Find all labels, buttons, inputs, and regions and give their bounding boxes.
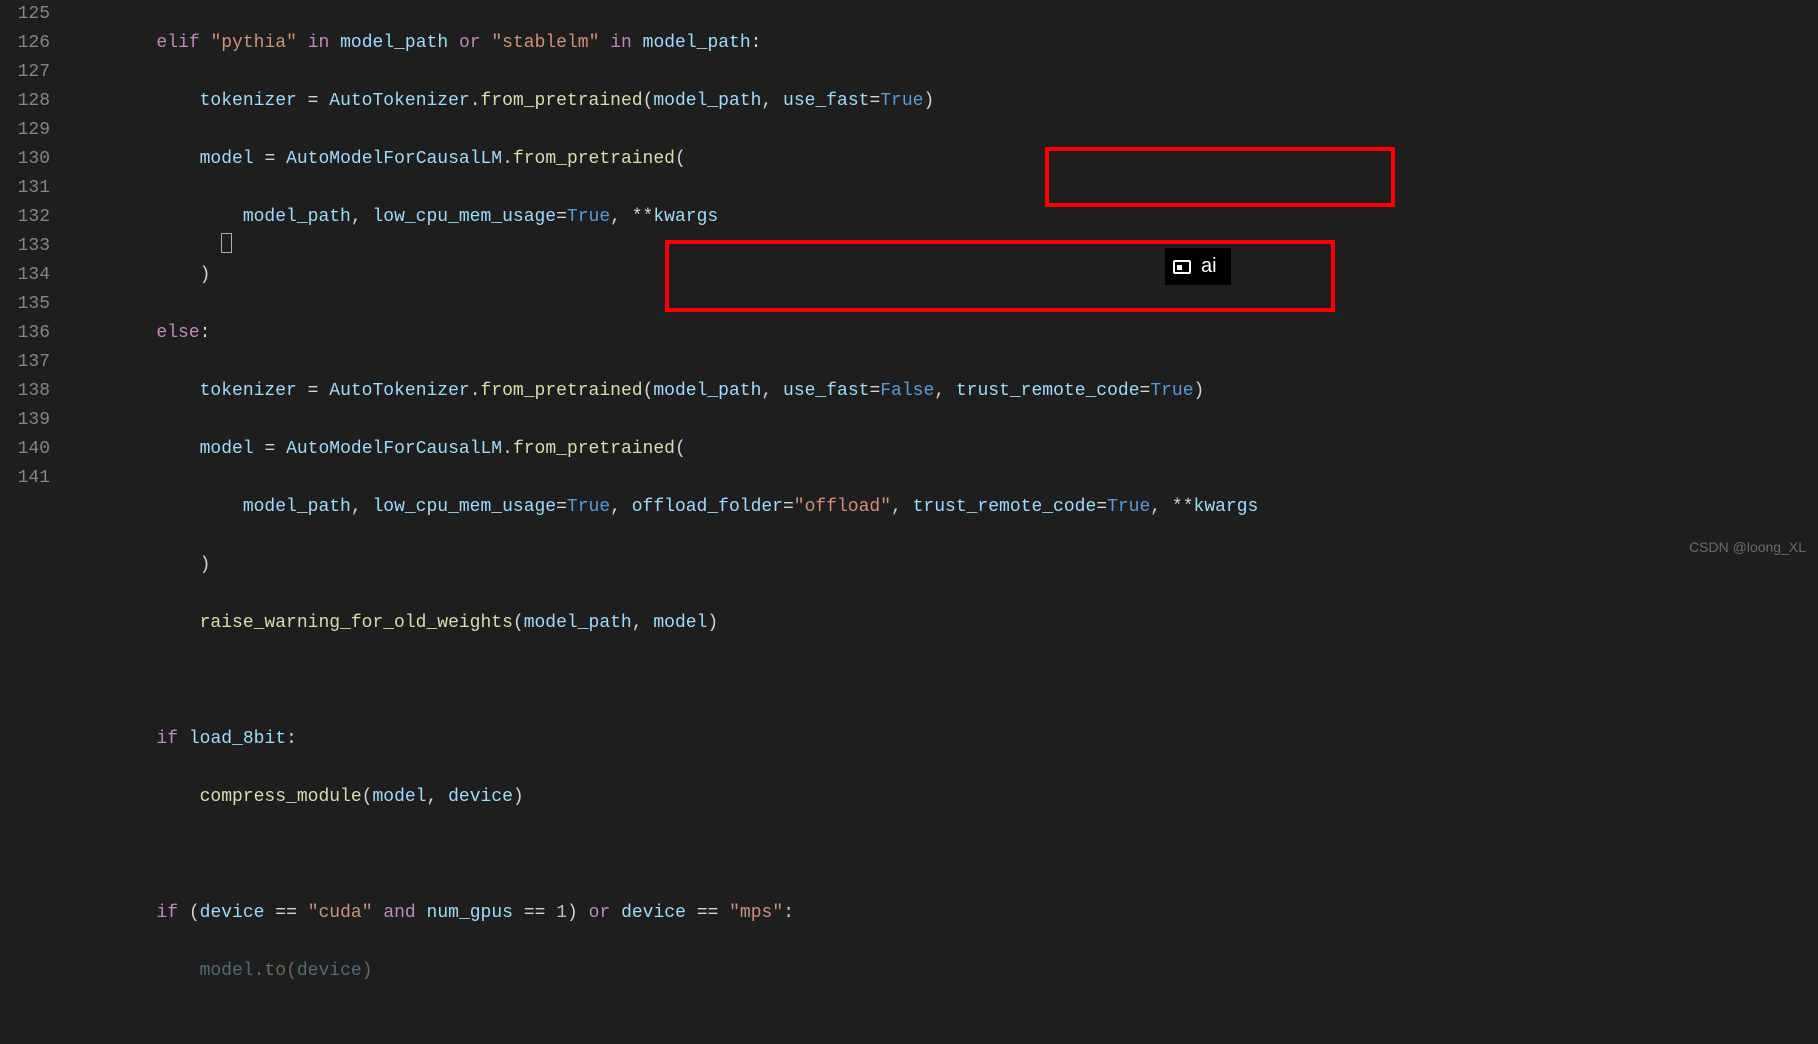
code-line[interactable]: compress_module(model, device) (70, 783, 1818, 812)
code-line[interactable]: tokenizer = AutoTokenizer.from_pretraine… (70, 87, 1818, 116)
code-line[interactable]: raise_warning_for_old_weights(model_path… (70, 609, 1818, 638)
line-number: 135 (0, 290, 50, 319)
line-number: 132 (0, 203, 50, 232)
line-number: 136 (0, 319, 50, 348)
code-line[interactable]: model = AutoModelForCausalLM.from_pretra… (70, 435, 1818, 464)
line-number: 131 (0, 174, 50, 203)
ime-text: ai (1201, 252, 1217, 281)
code-line[interactable]: model_path, low_cpu_mem_usage=True, offl… (70, 493, 1818, 522)
line-number: 127 (0, 58, 50, 87)
line-number: 138 (0, 377, 50, 406)
line-number: 129 (0, 116, 50, 145)
line-number: 139 (0, 406, 50, 435)
line-number: 137 (0, 348, 50, 377)
line-number: 130 (0, 145, 50, 174)
code-line[interactable] (70, 667, 1818, 696)
code-line[interactable]: model.to(device) (70, 957, 1818, 986)
line-number: 125 (0, 0, 50, 29)
code-area[interactable]: elif "pythia" in model_path or "stablelm… (70, 0, 1818, 570)
line-number: 141 (0, 464, 50, 493)
line-number: 140 (0, 435, 50, 464)
code-line[interactable]: else: (70, 319, 1818, 348)
ime-input-popup[interactable]: ai (1165, 248, 1231, 285)
line-number: 126 (0, 29, 50, 58)
code-line[interactable]: ) (70, 261, 1818, 290)
code-line[interactable]: tokenizer = AutoTokenizer.from_pretraine… (70, 377, 1818, 406)
code-line[interactable]: elif "pythia" in model_path or "stablelm… (70, 29, 1818, 58)
ime-indicator-icon (1173, 260, 1191, 274)
code-line[interactable]: model_path, low_cpu_mem_usage=True, **kw… (70, 203, 1818, 232)
code-line[interactable] (70, 841, 1818, 870)
code-line[interactable]: model = AutoModelForCausalLM.from_pretra… (70, 145, 1818, 174)
text-cursor (221, 233, 232, 253)
code-line[interactable]: if load_8bit: (70, 725, 1818, 754)
code-editor[interactable]: 125 126 127 128 129 130 131 132 133 134 … (0, 0, 1818, 570)
code-line[interactable]: if (device == "cuda" and num_gpus == 1) … (70, 899, 1818, 928)
watermark-text: CSDN @loong_XL (1689, 533, 1806, 562)
code-line[interactable]: ) (70, 551, 1818, 580)
line-number: 133 (0, 232, 50, 261)
line-number-gutter: 125 126 127 128 129 130 131 132 133 134 … (0, 0, 70, 570)
line-number: 134 (0, 261, 50, 290)
line-number: 128 (0, 87, 50, 116)
